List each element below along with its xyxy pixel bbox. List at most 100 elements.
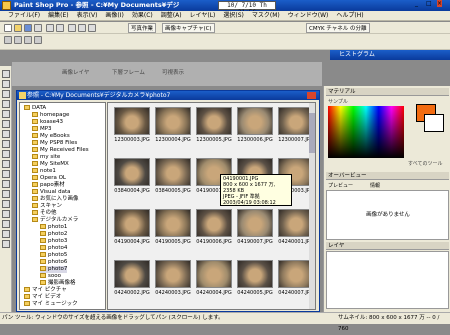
tree-folder[interactable]: デジタルカメラ <box>32 217 78 224</box>
info-tab[interactable]: 情報 <box>370 182 400 189</box>
menu-image[interactable]: 画像(I) <box>101 11 127 20</box>
clone-brush-icon[interactable] <box>2 170 10 178</box>
eraser-tool-icon[interactable] <box>2 200 10 208</box>
dropper-tool-icon[interactable] <box>2 150 10 158</box>
photo-thumbnail[interactable] <box>196 107 232 135</box>
preview-tab[interactable]: プレビュー <box>328 182 368 189</box>
tree-folder[interactable]: お気に入り画像 <box>32 196 79 203</box>
menu-adjust[interactable]: 調整(A) <box>157 11 186 20</box>
tree-folder[interactable]: photo5 <box>40 252 67 259</box>
shape-tool-icon[interactable] <box>2 230 10 238</box>
zoom-tool-icon[interactable] <box>2 80 10 88</box>
menu-mask[interactable]: マスク(M) <box>248 11 284 20</box>
tree-folder[interactable]: photo1 <box>40 224 67 231</box>
layers-list[interactable] <box>326 251 449 309</box>
zoom-icon[interactable] <box>14 36 22 44</box>
tree-folder[interactable]: その他 <box>32 210 57 217</box>
histogram-palette-title[interactable]: ヒストグラム <box>330 50 450 60</box>
photo-thumbnail[interactable] <box>155 107 191 135</box>
tree-folder[interactable]: DATA <box>24 105 46 112</box>
menu-layers[interactable]: レイヤ(L) <box>186 11 220 20</box>
tree-folder[interactable]: 撮影画像格 <box>40 280 76 287</box>
new-file-icon[interactable] <box>4 24 12 32</box>
selection-tool-icon[interactable] <box>2 120 10 128</box>
tree-folder[interactable]: My Received Files <box>32 147 89 154</box>
save-icon[interactable] <box>24 24 32 32</box>
background-color-swatch[interactable] <box>424 114 444 132</box>
select-icon[interactable] <box>34 36 42 44</box>
layers-palette-header[interactable]: レイヤ <box>326 242 449 250</box>
photo-thumbnail[interactable] <box>155 260 191 288</box>
color-picker-spectrum[interactable] <box>328 106 404 158</box>
close-button[interactable]: × <box>437 0 443 7</box>
photo-enhance-dropdown[interactable]: 写真作業 <box>128 23 157 33</box>
hand-icon[interactable] <box>24 36 32 44</box>
photo-thumbnail[interactable] <box>196 209 232 237</box>
tree-folder[interactable]: photo6 <box>40 259 67 266</box>
move-tool-icon[interactable] <box>2 110 10 118</box>
photo-thumbnail[interactable] <box>237 260 273 288</box>
photo-thumbnail[interactable] <box>114 158 150 186</box>
redo-icon[interactable] <box>56 24 64 32</box>
materials-palette-header[interactable]: マテリアル <box>326 88 449 96</box>
deform-tool-icon[interactable] <box>2 90 10 98</box>
menu-view[interactable]: 表示(V) <box>73 11 102 20</box>
tree-folder[interactable]: MP3 <box>32 126 52 133</box>
browse-minimize-button[interactable] <box>285 92 294 99</box>
pen-tool-icon[interactable] <box>2 240 10 248</box>
tool-option-icon[interactable] <box>4 36 12 44</box>
copy-icon[interactable] <box>78 24 86 32</box>
pan-tool-icon[interactable] <box>2 70 10 78</box>
photo-thumbnail[interactable] <box>237 107 273 135</box>
minimize-button[interactable]: _ <box>415 0 418 7</box>
menu-help[interactable]: ヘルプ(H) <box>332 11 367 20</box>
tree-folder[interactable]: Visual data <box>32 189 71 196</box>
menu-effects[interactable]: 効果(C) <box>128 11 157 20</box>
photo-thumbnail[interactable] <box>237 209 273 237</box>
tree-folder[interactable]: My eBooks <box>32 133 70 140</box>
photo-thumbnail[interactable] <box>114 209 150 237</box>
magic-wand-icon[interactable] <box>2 140 10 148</box>
all-tools-checkbox[interactable]: すべてのツール <box>408 160 448 167</box>
photo-thumbnail[interactable] <box>155 158 191 186</box>
tree-folder[interactable]: photo2 <box>40 231 67 238</box>
tree-folder[interactable]: note1 <box>32 168 56 175</box>
photo-thumbnail[interactable] <box>114 107 150 135</box>
scratch-remover-icon[interactable] <box>2 180 10 188</box>
tree-folder[interactable]: マイ ビデオ <box>24 294 61 301</box>
tree-folder[interactable]: my site <box>32 154 60 161</box>
freehand-tool-icon[interactable] <box>2 130 10 138</box>
tree-folder[interactable]: koase43 <box>32 119 63 126</box>
browse-close-button[interactable] <box>307 92 316 99</box>
menu-select[interactable]: 選択(S) <box>219 11 248 20</box>
maximize-button[interactable]: □ <box>426 0 432 7</box>
tree-folder[interactable]: papo素材 <box>32 182 65 189</box>
undo-icon[interactable] <box>46 24 54 32</box>
tree-folder[interactable]: sooo <box>40 273 61 280</box>
fill-tool-icon[interactable] <box>2 210 10 218</box>
photo-thumbnail[interactable] <box>155 209 191 237</box>
crop-tool-icon[interactable] <box>2 100 10 108</box>
tree-folder[interactable]: マイ ミュージック <box>24 301 78 308</box>
cut-icon[interactable] <box>68 24 76 32</box>
photo-thumbnail[interactable] <box>114 260 150 288</box>
print-icon[interactable] <box>34 24 42 32</box>
tree-folder[interactable]: photo4 <box>40 245 67 252</box>
tree-folder[interactable]: Opera OL <box>32 175 66 182</box>
sample-tab[interactable]: サンプル <box>328 98 408 105</box>
tree-folder[interactable]: photo7 <box>40 266 68 273</box>
image-capture-dropdown[interactable]: 画像キャプチャ(C) <box>162 23 215 33</box>
tree-folder[interactable]: スキャン <box>32 203 62 210</box>
overview-palette-header[interactable]: オーバービュー <box>326 172 449 180</box>
thumbnail-scrollbar[interactable] <box>309 103 315 309</box>
open-folder-icon[interactable] <box>14 24 22 32</box>
menu-window[interactable]: ウィンドウ(W) <box>284 11 333 20</box>
cmyk-separation-label[interactable]: CMYK チャネル の分離 <box>306 23 370 33</box>
photo-thumbnail[interactable] <box>196 260 232 288</box>
menu-edit[interactable]: 編集(E) <box>44 11 72 20</box>
tree-folder[interactable]: My PSP8 Files <box>32 140 77 147</box>
tree-folder[interactable]: マイ ピクチャ <box>24 287 67 294</box>
tree-folder[interactable]: My SiteMX <box>32 161 69 168</box>
paint-brush-icon[interactable] <box>2 160 10 168</box>
menu-file[interactable]: ファイル(F) <box>4 11 44 20</box>
